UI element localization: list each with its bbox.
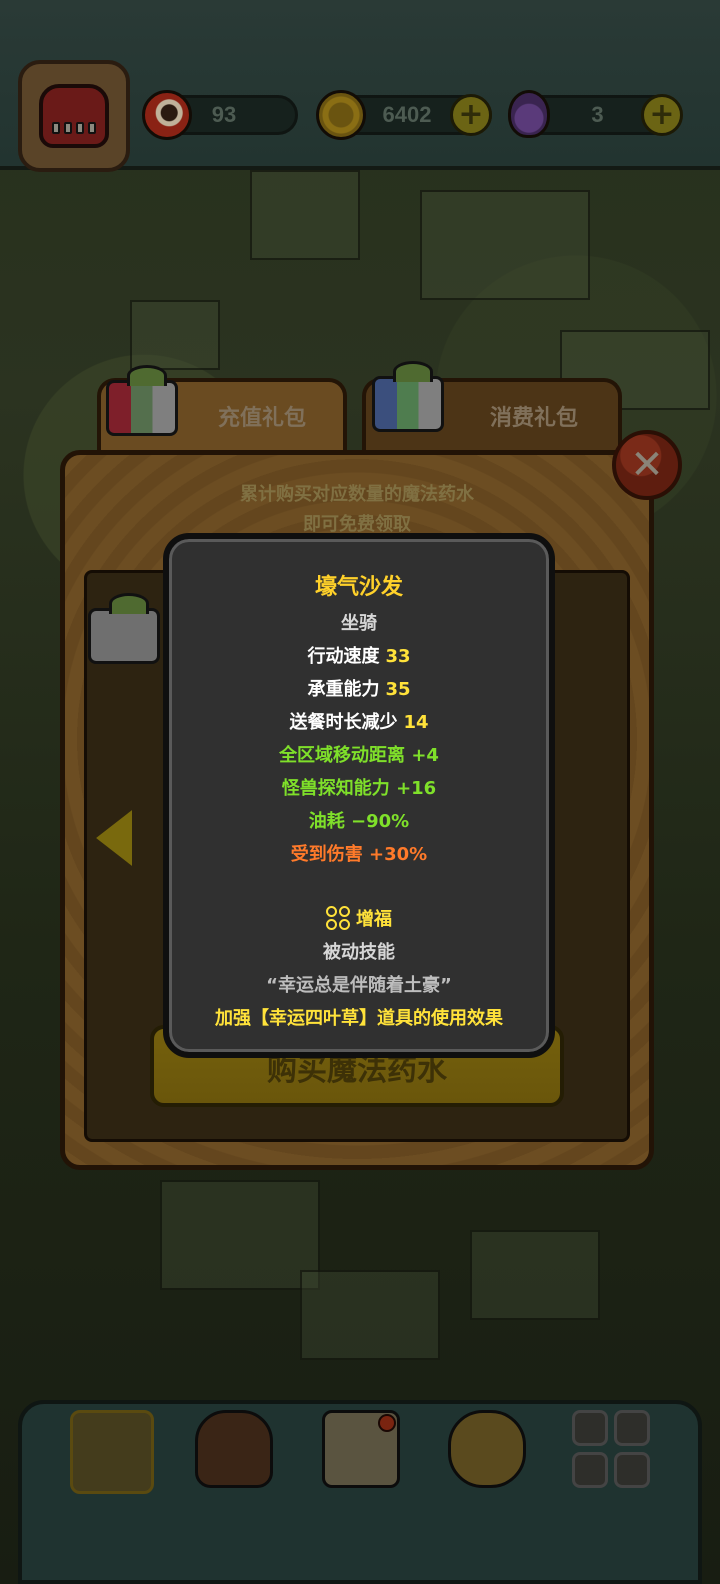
eye-count: 93 <box>211 102 237 127</box>
panel-note-line1: 累计购买对应数量的魔法药水 <box>240 484 474 505</box>
stat-label: 行动速度 <box>307 646 380 667</box>
stat-value: 35 <box>385 679 411 700</box>
close-button[interactable]: ✕ <box>612 430 682 500</box>
gift-box-icon <box>106 365 178 436</box>
skill-type: 被动技能 <box>323 942 395 963</box>
notification-dot <box>378 1414 396 1432</box>
item-name: 壕气沙发 <box>314 575 403 600</box>
skill-name: 增福 <box>356 909 392 930</box>
building <box>130 300 220 370</box>
stat-value: 33 <box>385 646 411 667</box>
add-coins-button[interactable]: + <box>450 94 492 136</box>
building <box>250 170 360 260</box>
plus-icon: + <box>649 97 675 132</box>
tab-recharge-label: 充值礼包 <box>218 406 307 431</box>
bonus-line: 油耗 −90% <box>308 811 410 832</box>
potion-count: 3 <box>591 102 604 127</box>
penalty-line: 受到伤害 +30% <box>290 844 428 865</box>
gift-box-icon <box>88 593 160 664</box>
item-tooltip: 壕气沙发 坐骑 行动速度 33 承重能力 35 送餐时长减少 14 全区域移动距离 +… <box>163 533 555 1058</box>
stat-row: 送餐时长减少 14 <box>169 708 549 734</box>
bonus-line: 全区域移动距离 +4 <box>279 745 439 766</box>
four-leaf-clover-icon <box>326 906 350 930</box>
stat-row: 行动速度 33 <box>169 642 549 668</box>
skill-effect: 加强【幸运四叶草】道具的使用效果 <box>215 1008 503 1029</box>
skill-title: 增福 <box>169 905 549 931</box>
monster-avatar-icon <box>39 84 109 148</box>
building <box>470 1230 600 1320</box>
restaurant-nav-icon[interactable] <box>70 1410 154 1494</box>
stat-value: 14 <box>403 712 429 733</box>
stat-label: 送餐时长减少 <box>289 712 398 733</box>
bonus-line: 怪兽探知能力 +16 <box>281 778 437 799</box>
potion-icon <box>508 90 550 138</box>
stat-label: 承重能力 <box>307 679 380 700</box>
player-avatar[interactable] <box>18 60 130 172</box>
skill-quote: “幸运总是伴随着土豪” <box>266 975 452 996</box>
coin-count: 6402 <box>382 102 432 127</box>
gift-box-icon <box>372 361 444 432</box>
coin-icon <box>316 90 366 140</box>
close-icon: ✕ <box>630 442 664 488</box>
monster-nav-icon[interactable] <box>195 1410 273 1488</box>
building <box>300 1270 440 1360</box>
plus-icon: + <box>458 97 484 132</box>
building <box>160 1180 320 1290</box>
add-potions-button[interactable]: + <box>641 94 683 136</box>
stat-row: 承重能力 35 <box>169 675 549 701</box>
money-bag-nav-icon[interactable] <box>448 1410 526 1488</box>
tab-spend-label: 消费礼包 <box>490 406 579 431</box>
previous-arrow-icon[interactable] <box>96 810 132 866</box>
building <box>420 190 590 300</box>
eyeball-icon <box>142 90 192 140</box>
item-type: 坐骑 <box>341 613 377 634</box>
menu-grid-nav-icon[interactable] <box>572 1410 650 1488</box>
